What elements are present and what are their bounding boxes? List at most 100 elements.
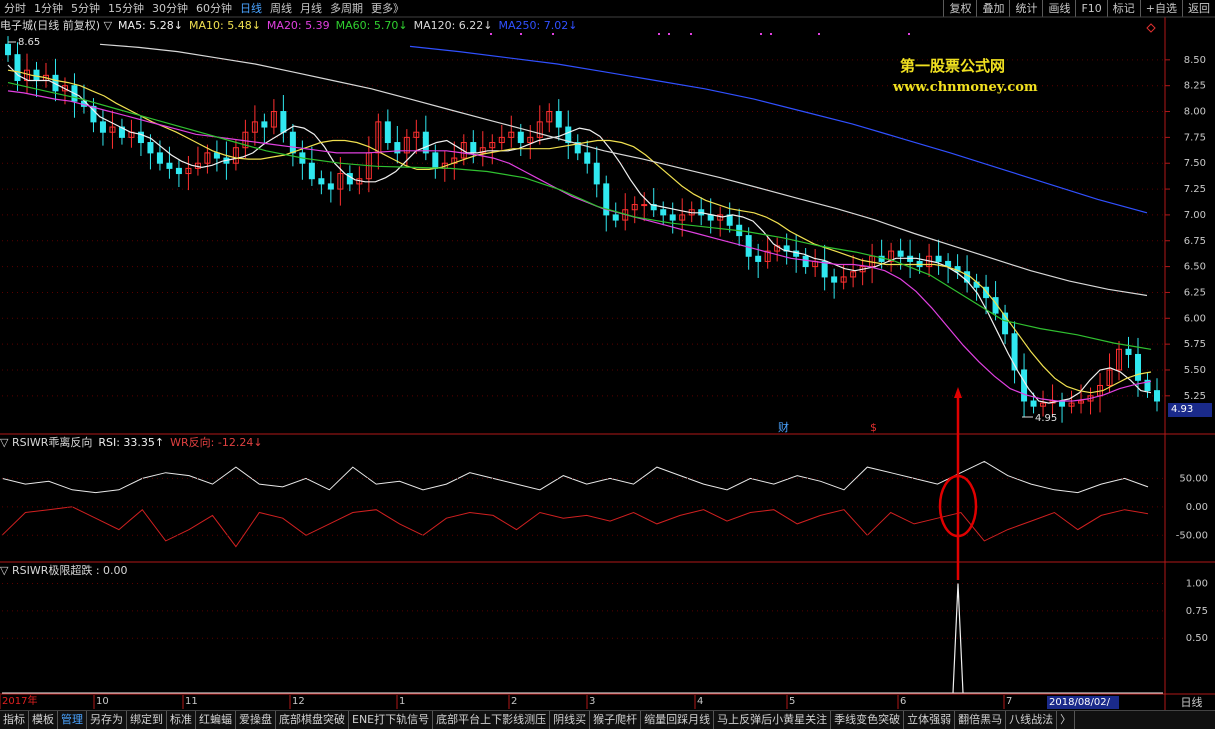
ma60-line: [7, 82, 1152, 350]
time-tick-0: 2017年: [2, 696, 38, 707]
high-price-label: 8.65: [18, 37, 40, 48]
ma20-line: [7, 90, 1152, 402]
period-corner-label[interactable]: 日线: [1168, 696, 1215, 709]
time-axis: 2017年 10 11 12 1 2 3 4 5 6 7: [0, 695, 1165, 709]
formula-tab-0[interactable]: 指标: [0, 711, 29, 729]
price-axis-label: 6.50: [1184, 262, 1206, 273]
formula-tab-15[interactable]: 季线变色突破: [831, 711, 905, 729]
candle-body: [1154, 390, 1160, 402]
low-price-label: 4.95: [1035, 413, 1057, 424]
candle-body: [280, 111, 287, 133]
candle-body: [660, 209, 667, 216]
ma-legend-3: MA60: 5.70↓: [335, 18, 408, 32]
formula-tab-7[interactable]: 爱操盘: [236, 711, 276, 729]
candle-body: [175, 167, 182, 175]
formula-tab-5[interactable]: 标准: [167, 711, 196, 729]
price-axis-label: 6.25: [1184, 287, 1206, 298]
candle-body: [555, 111, 562, 128]
price-axis-label: 7.00: [1184, 210, 1206, 221]
candle-body: [147, 142, 154, 154]
candle-body: [831, 276, 838, 283]
ma-legend-2: MA20: 5.39: [266, 18, 330, 32]
formula-tab-10[interactable]: 底部平台上下影线测压: [433, 711, 551, 729]
formula-tab-2[interactable]: 管理: [58, 711, 87, 729]
candle-body: [707, 214, 714, 221]
candle-body: [156, 152, 163, 164]
ma5-line: [7, 64, 1152, 404]
stock-title[interactable]: 电子城(日线 前复权) ▽: [0, 17, 112, 33]
event-dot: [658, 33, 660, 35]
price-axis-label: 8.25: [1184, 81, 1206, 92]
event-dot: [908, 33, 910, 35]
formula-tab-11[interactable]: 阴线买: [550, 711, 591, 729]
price-axis-label: 8.00: [1184, 107, 1206, 118]
rsi-indicator-title[interactable]: ▽ RSIWR乖离反向: [0, 434, 92, 450]
time-tick-5: 2: [511, 696, 518, 707]
time-tick-7: 4: [697, 696, 704, 707]
formula-tab-14[interactable]: 马上反弹后小黄星关注: [714, 711, 832, 729]
price-axis-label: 8.50: [1184, 55, 1206, 66]
extreme-indicator-title[interactable]: ▽ RSIWR极限超跌 : 0.00: [0, 562, 128, 578]
formula-tab-18[interactable]: 八线战法: [1006, 711, 1058, 729]
candle-body: [1125, 348, 1132, 355]
watermark-title: 第一股票公式网: [900, 57, 1006, 75]
formula-tab-12[interactable]: 猴子爬杆: [590, 711, 642, 729]
candle-body: [384, 121, 391, 144]
chart-canvas[interactable]: 8.50 8.25 8.00 7.75 7.50 7.25 7.00 6.75 6.50 6.25…: [0, 0, 1215, 729]
formula-tab-13[interactable]: 缩量回踩月线: [641, 711, 715, 729]
main-panel-header: 电子城(日线 前复权) ▽ MA5: 5.28↓ MA10: 5.48↓ MA20:…: [0, 17, 1165, 33]
event-dot: [520, 33, 522, 35]
rsi-line: [1, 460, 1149, 494]
candle-body: [641, 204, 648, 207]
candle-body: [261, 121, 268, 128]
formula-tab-4[interactable]: 绑定到: [127, 711, 167, 729]
price-axis-label: 6.75: [1184, 236, 1206, 247]
ext-axis-label: 1.00: [1186, 578, 1208, 589]
formula-tab-8[interactable]: 底部棋盘突破: [276, 711, 349, 729]
ma-legend-0: MA5: 5.28↓: [118, 18, 183, 32]
candle-body: [432, 152, 439, 169]
event-dot: [770, 33, 772, 35]
current-price-tag: 4.93: [1168, 403, 1212, 417]
ma-legend-5: MA250: 7.02↓: [498, 18, 578, 32]
formula-tab-6[interactable]: 红蝙蝠: [196, 711, 236, 729]
annotation-arrow-head: [954, 387, 962, 398]
wr-value: WR反向: -12.24↓: [170, 436, 263, 449]
candle-body: [166, 162, 173, 169]
price-axis-label: 7.75: [1184, 132, 1206, 143]
cursor-date-tag: 2018/08/02/四: [1047, 696, 1119, 721]
candle-body: [669, 214, 676, 221]
time-tick-10: 7: [1006, 696, 1013, 707]
candle-body: [1030, 400, 1037, 407]
candle-body: [1059, 400, 1066, 407]
candle-body: [802, 255, 809, 268]
time-tick-3: 12: [292, 696, 305, 707]
ma-legend-4: MA120: 6.22↓: [413, 18, 493, 32]
formula-tab-17[interactable]: 翻倍黑马: [955, 711, 1007, 729]
event-dot: [818, 33, 820, 35]
extreme-panel-header: ▽ RSIWR极限超跌 : 0.00: [0, 562, 1165, 578]
ma-legend-1: MA10: 5.48↓: [188, 18, 261, 32]
rsi-value: RSI: 33.35↑: [98, 435, 165, 449]
formula-tab-19[interactable]: 〉: [1057, 711, 1076, 729]
formula-tab-16[interactable]: 立体强弱: [904, 711, 956, 729]
event-dot: [760, 33, 762, 35]
candle-body: [470, 142, 477, 154]
candle-body: [327, 183, 334, 190]
price-axis-label: 6.00: [1184, 313, 1206, 324]
formula-tab-9[interactable]: ENE打下轨信号: [349, 711, 434, 729]
price-axis-label: 5.50: [1184, 365, 1206, 376]
rsi-axis-label: 50.00: [1179, 473, 1208, 484]
formula-tab-3[interactable]: 另存为: [87, 711, 127, 729]
event-dot: [552, 33, 554, 35]
candle-body: [308, 162, 315, 180]
candle-body: [318, 178, 325, 185]
candle-body: [897, 250, 904, 257]
formula-tab-1[interactable]: 模板: [29, 711, 58, 729]
event-dot: [690, 33, 692, 35]
rsi-panel-header: ▽ RSIWR乖离反向 RSI: 33.35↑ WR反向: -12.24↓: [0, 434, 1165, 450]
candle-body: [289, 131, 296, 154]
watermark-url: www.chnmoney.com: [893, 80, 1038, 95]
rsi-axis-label: 0.00: [1186, 502, 1208, 513]
time-tick-8: 5: [789, 696, 796, 707]
